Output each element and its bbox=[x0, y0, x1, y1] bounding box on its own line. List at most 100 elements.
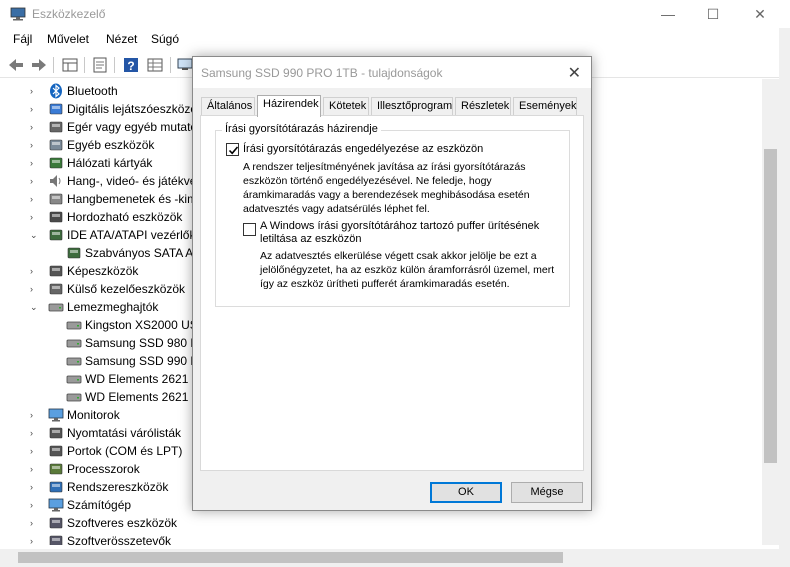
label-line: A Windows írási gyorsítótárához tartozó … bbox=[260, 220, 540, 232]
enable-write-caching-checkbox[interactable] bbox=[226, 143, 239, 156]
camera-icon bbox=[49, 265, 63, 277]
chevron-right-icon[interactable]: › bbox=[30, 463, 40, 475]
chevron-right-icon[interactable]: › bbox=[30, 499, 40, 511]
dialog-close-button[interactable]: ✕ bbox=[568, 63, 581, 83]
network-adapter-icon bbox=[49, 157, 63, 169]
device-manager-icon bbox=[10, 7, 26, 21]
chevron-right-icon[interactable]: › bbox=[30, 211, 40, 223]
chevron-right-icon[interactable]: › bbox=[30, 157, 40, 169]
media-device-icon bbox=[49, 103, 63, 115]
chevron-right-icon[interactable]: › bbox=[30, 139, 40, 151]
document-icon[interactable] bbox=[90, 55, 110, 75]
monitor-icon bbox=[48, 408, 64, 422]
description-line: adatvesztés vagy adatsérülés léphet fel. bbox=[243, 203, 430, 215]
software-component-icon bbox=[49, 535, 63, 545]
forward-arrow-icon[interactable] bbox=[29, 55, 49, 75]
enable-write-caching-label[interactable]: Írási gyorsítótárazás engedélyezése az e… bbox=[243, 143, 483, 155]
minimize-button[interactable]: — bbox=[645, 0, 691, 28]
audio-io-icon bbox=[49, 193, 63, 205]
tree-item-label: IDE ATA/ATAPI vezérlők bbox=[67, 228, 196, 242]
tree-item-label: Hálózati kártyák bbox=[67, 156, 153, 170]
drive-icon bbox=[66, 339, 82, 348]
description-line: Az adatvesztés elkerülése végett csak ak… bbox=[260, 250, 537, 262]
view-grid-icon[interactable] bbox=[145, 55, 165, 75]
chevron-right-icon[interactable]: › bbox=[30, 175, 40, 187]
tree-item-label: Digitális lejátszóeszközök bbox=[67, 102, 204, 116]
description-line: áramkimaradás vagy a berendezések meghib… bbox=[243, 189, 530, 201]
chevron-right-icon[interactable]: › bbox=[30, 193, 40, 205]
chevron-right-icon[interactable]: › bbox=[30, 409, 40, 421]
tree-item-label: Rendszereszközök bbox=[67, 480, 169, 494]
menu-file[interactable]: Fájl bbox=[13, 32, 32, 46]
tab-policies[interactable]: Házirendek bbox=[257, 95, 321, 117]
svg-text:?: ? bbox=[127, 59, 134, 73]
disable-buffer-flushing-label[interactable]: A Windows írási gyorsítótárához tartozó … bbox=[260, 220, 539, 246]
tree-category[interactable]: › Szoftveres eszközök bbox=[0, 514, 760, 532]
tab-events[interactable]: Események bbox=[513, 97, 577, 116]
tab-details[interactable]: Részletek bbox=[455, 97, 511, 116]
menu-action[interactable]: Művelet bbox=[47, 32, 89, 46]
chevron-right-icon[interactable]: › bbox=[30, 283, 40, 295]
horizontal-scrollbar[interactable] bbox=[0, 549, 779, 567]
drive-icon bbox=[66, 321, 82, 330]
back-arrow-icon[interactable] bbox=[6, 55, 26, 75]
tab-volumes[interactable]: Kötetek bbox=[323, 97, 369, 116]
speaker-icon bbox=[50, 175, 61, 187]
system-device-icon bbox=[49, 481, 63, 493]
disk-drive-icon bbox=[48, 303, 64, 312]
bluetooth-icon bbox=[50, 83, 62, 99]
mouse-icon bbox=[49, 121, 63, 133]
chevron-right-icon[interactable]: › bbox=[30, 481, 40, 493]
chevron-right-icon[interactable]: › bbox=[30, 103, 40, 115]
processor-icon bbox=[49, 463, 63, 475]
window-close-button[interactable]: ✕ bbox=[737, 0, 783, 28]
cancel-button[interactable]: Mégse bbox=[511, 482, 583, 503]
label-line: letiltása az eszközön bbox=[260, 233, 362, 245]
tree-category[interactable]: › Szoftverösszetevők bbox=[0, 532, 760, 545]
menu-help[interactable]: Súgó bbox=[151, 32, 179, 46]
description-line: eszközön történő engedélyezésével. Ne fe… bbox=[243, 175, 492, 187]
description-line: így az eszköz ürítheti pufferét áramkima… bbox=[260, 278, 510, 290]
tree-item-label: Lemezmeghajtók bbox=[67, 300, 159, 314]
tab-general[interactable]: Általános bbox=[201, 97, 255, 116]
dialog-title: Samsung SSD 990 PRO 1TB - tulajdonságok bbox=[201, 66, 443, 80]
printer-icon bbox=[49, 427, 63, 439]
software-device-icon bbox=[49, 517, 63, 529]
port-icon bbox=[49, 445, 63, 457]
maximize-button[interactable]: ☐ bbox=[690, 0, 736, 28]
menu-view[interactable]: Nézet bbox=[106, 32, 137, 46]
chevron-right-icon[interactable]: › bbox=[30, 517, 40, 529]
chevron-right-icon[interactable]: › bbox=[30, 427, 40, 439]
chevron-right-icon[interactable]: › bbox=[30, 265, 40, 277]
drive-icon bbox=[66, 357, 82, 366]
disable-buffer-flushing-checkbox[interactable] bbox=[243, 223, 256, 236]
horizontal-scroll-thumb[interactable] bbox=[18, 552, 563, 563]
tree-item-label: Szoftveres eszközök bbox=[67, 516, 178, 530]
tree-item-label: WD Elements 2621 U bbox=[85, 390, 201, 404]
chevron-right-icon[interactable]: › bbox=[30, 85, 40, 97]
chevron-right-icon[interactable]: › bbox=[30, 445, 40, 457]
tree-item-label: Samsung SSD 980 PF bbox=[85, 336, 206, 350]
help-icon[interactable]: ? bbox=[121, 55, 141, 75]
tree-item-label: Processzorok bbox=[67, 462, 140, 476]
tree-item-label: Hang-, videó- és játékve bbox=[67, 174, 197, 188]
ok-button[interactable]: OK bbox=[430, 482, 502, 503]
description-line: jelölőnégyzetet, ha az eszköz külön áram… bbox=[260, 264, 555, 276]
checkmark-icon bbox=[228, 146, 239, 155]
dialog-titlebar: Samsung SSD 990 PRO 1TB - tulajdonságok … bbox=[193, 57, 591, 88]
tree-item-label: Külső kezelőeszközök bbox=[67, 282, 186, 296]
tree-item-label: Hordozható eszközök bbox=[67, 210, 183, 224]
tree-item-label: Számítógép bbox=[67, 498, 132, 512]
chevron-down-icon[interactable]: ⌄ bbox=[30, 229, 40, 241]
tab-driver[interactable]: Illesztőprogram bbox=[371, 97, 453, 116]
disable-buffer-flushing-description: Az adatvesztés elkerülése végett csak ak… bbox=[260, 249, 554, 291]
chevron-down-icon[interactable]: ⌄ bbox=[30, 301, 40, 313]
chevron-right-icon[interactable]: › bbox=[30, 535, 40, 545]
properties-grid-icon[interactable] bbox=[60, 55, 80, 75]
tree-item-label: Bluetooth bbox=[67, 84, 118, 98]
policies-tab-page: Írási gyorsítótárazás házirendje Írási g… bbox=[200, 115, 584, 471]
vertical-scroll-thumb[interactable] bbox=[764, 149, 777, 463]
chevron-right-icon[interactable]: › bbox=[30, 121, 40, 133]
menu-bar: Fájl Művelet Nézet Súgó bbox=[0, 30, 790, 50]
vertical-scrollbar[interactable] bbox=[762, 79, 779, 545]
